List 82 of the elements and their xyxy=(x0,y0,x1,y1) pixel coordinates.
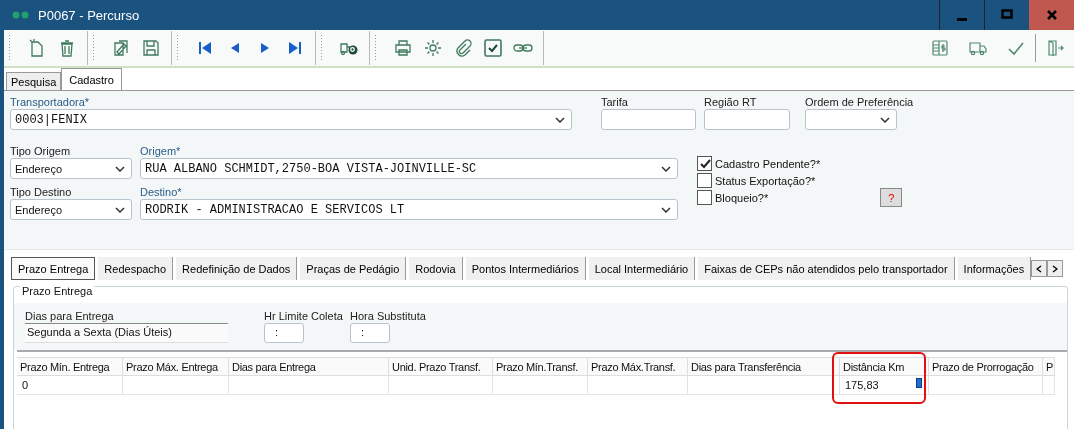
destination-select[interactable]: RODRIK - ADMINISTRACAO E SERVICOS LT xyxy=(140,199,678,220)
paperclip-icon[interactable] xyxy=(453,38,473,58)
caret-icon xyxy=(880,116,890,123)
checkbox[interactable] xyxy=(697,173,712,188)
column-header[interactable]: Prazo Máx. Entrega xyxy=(123,357,229,376)
column-header[interactable]: P xyxy=(1043,357,1055,376)
column-header[interactable]: Dias para Transferência xyxy=(688,357,840,376)
caret-icon xyxy=(661,206,671,213)
origin-type-select[interactable]: Endereço xyxy=(10,158,132,179)
checkbox-icon[interactable] xyxy=(483,38,503,58)
column-header[interactable]: Prazo Mín. Entrega xyxy=(17,357,123,376)
caret-icon xyxy=(555,116,565,123)
checkbox-label: Bloqueio?* xyxy=(715,191,769,204)
money-doc-icon[interactable] xyxy=(930,38,950,58)
checkbox-label: Cadastro Pendente?* xyxy=(715,157,821,170)
time-field[interactable]: : xyxy=(350,323,390,343)
field-label: Tipo Destino xyxy=(10,185,73,199)
column-header[interactable]: Distância Km xyxy=(840,357,929,376)
checkbox[interactable] xyxy=(697,156,712,171)
close-button[interactable] xyxy=(1029,0,1074,30)
grip-handle-icon[interactable] xyxy=(374,35,377,61)
maximize-icon xyxy=(1001,9,1013,21)
column-header[interactable]: Dias para Entrega xyxy=(229,357,389,376)
field-label: Ordem de Preferência xyxy=(805,95,915,109)
column-header[interactable]: Prazo Mín.Transf. xyxy=(493,357,588,376)
printer-icon[interactable] xyxy=(393,38,413,58)
table-cell xyxy=(1043,376,1055,395)
tab[interactable]: Prazo Entrega xyxy=(11,257,96,280)
checkmark-icon xyxy=(698,157,711,170)
tab[interactable]: Redefinição de Dados xyxy=(176,257,298,280)
checkbox[interactable] xyxy=(697,190,712,205)
checkbox-label: Status Exportação?* xyxy=(715,174,816,187)
scroll-left-button[interactable] xyxy=(1031,260,1048,277)
caret-icon xyxy=(115,206,125,213)
table-cell: 0 xyxy=(17,376,123,395)
destination-type-select[interactable]: Endereço xyxy=(10,199,132,220)
window-title: P0067 - Percurso xyxy=(38,7,140,23)
tab[interactable]: Rodovia xyxy=(409,257,463,280)
group-title: Prazo Entrega xyxy=(20,285,95,297)
close-icon xyxy=(1045,9,1058,21)
tab[interactable]: Local Intermediário xyxy=(588,257,696,280)
edit-icon[interactable] xyxy=(111,38,131,58)
field-label: Transportadora* xyxy=(10,95,91,109)
tab[interactable]: Informações xyxy=(957,257,1032,280)
field-label: Origem* xyxy=(140,144,182,158)
column-header[interactable]: Unid. Prazo Transf. xyxy=(389,357,493,376)
tab[interactable]: Praças de Pedágio xyxy=(300,257,407,280)
tab[interactable]: Faixas de CEPs não atendidos pelo transportador xyxy=(698,257,955,280)
status-dots-icon xyxy=(12,11,30,19)
exit-icon[interactable] xyxy=(1045,38,1065,58)
column-header[interactable]: Prazo de Prorrogação xyxy=(929,357,1043,376)
tab[interactable]: Cadastro xyxy=(61,68,122,90)
read-only-field: Segunda a Sexta (Dias Úteis) xyxy=(25,323,228,343)
column-header[interactable]: Prazo Máx.Transf. xyxy=(588,357,688,376)
time-field[interactable]: : xyxy=(264,323,304,343)
field-label: Hora Substituta xyxy=(350,309,427,323)
origin-select[interactable]: RUA ALBANO SCHMIDT,2750-BOA VISTA-JOINVILLE-SC xyxy=(140,158,678,179)
caret-icon xyxy=(115,165,125,172)
chevron-right-icon xyxy=(1052,264,1059,273)
field-label: Dias para Entrega xyxy=(25,309,115,323)
tab[interactable]: Pontos Intermediários xyxy=(465,257,586,280)
grip-handle-icon[interactable] xyxy=(176,35,179,61)
gear-icon[interactable] xyxy=(423,38,443,58)
tab[interactable]: Pesquisa xyxy=(6,72,62,90)
field-label: Destino* xyxy=(140,185,183,199)
field-label: Tarifa xyxy=(601,95,629,109)
field-label: Tipo Origem xyxy=(10,144,72,158)
field-label: Região RT xyxy=(704,95,758,109)
save-icon[interactable] xyxy=(141,38,161,58)
input-field[interactable] xyxy=(704,109,790,130)
grip-handle-icon[interactable] xyxy=(8,35,11,61)
grip-handle-icon[interactable] xyxy=(320,35,323,61)
grip-handle-icon[interactable] xyxy=(92,35,95,61)
carrier-select[interactable]: 0003|FENIX xyxy=(10,109,572,130)
minimize-icon xyxy=(957,17,967,21)
chevron-left-icon xyxy=(1036,264,1043,273)
input-field[interactable] xyxy=(601,109,696,130)
caret-icon xyxy=(661,165,671,172)
field-label: Hr Limite Coleta xyxy=(264,309,344,323)
cell-marker-icon xyxy=(916,378,922,388)
tab[interactable]: Redespacho xyxy=(98,257,174,280)
scroll-right-button[interactable] xyxy=(1047,260,1064,277)
